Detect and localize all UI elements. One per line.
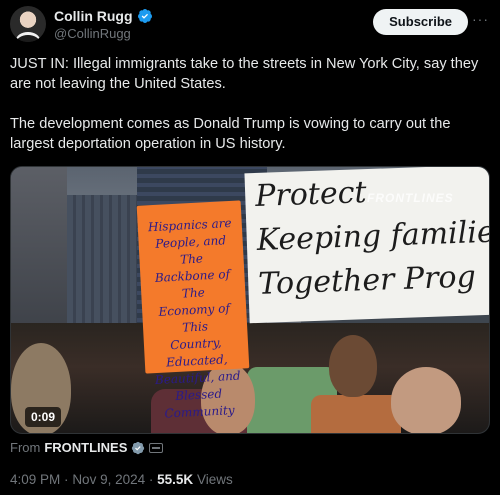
author-name-row: Collin Rugg — [54, 8, 153, 24]
sign-line: Economy of This — [158, 301, 231, 335]
video-player[interactable]: Hispanics are People, and The Backbone o… — [10, 166, 490, 434]
meta-separator: · — [64, 472, 69, 487]
tweet-paragraph: JUST IN: Illegal immigrants take to the … — [10, 56, 479, 92]
protest-sign-orange: Hispanics are People, and The Backbone o… — [136, 200, 250, 421]
sign-line: Backbone of The — [154, 267, 231, 301]
tweet-time[interactable]: 4:09 PM — [10, 472, 60, 487]
protester — [311, 395, 401, 433]
views-label: Views — [196, 472, 233, 487]
affiliate-badge-icon — [149, 442, 164, 453]
more-icon[interactable]: ··· — [472, 12, 490, 30]
sign-line: Together Prog — [257, 259, 477, 302]
sign-line: Keeping families — [256, 214, 490, 258]
avatar[interactable] — [10, 6, 46, 42]
protester — [391, 367, 461, 433]
tweet-header: Collin Rugg @CollinRugg Subscribe ··· — [10, 6, 490, 44]
gov-badge-icon — [132, 441, 145, 454]
tweet-paragraph: The development comes as Donald Trump is… — [10, 116, 451, 152]
tweet-text: JUST IN: Illegal immigrants take to the … — [10, 54, 492, 174]
protest-sign-white: Protect Keeping families Together Prog — [244, 167, 490, 324]
author-handle[interactable]: @CollinRugg — [54, 26, 131, 41]
tweet-meta: 4:09 PM · Nov 9, 2024 · 55.5K Views — [10, 472, 233, 487]
attribution-prefix: From — [10, 440, 41, 455]
subscribe-button[interactable]: Subscribe — [373, 9, 468, 35]
video-duration: 0:09 — [25, 407, 62, 427]
tweet-date[interactable]: Nov 9, 2024 — [72, 472, 145, 487]
sign-line: Beautiful, and Blessed — [154, 368, 241, 404]
attribution-source-link[interactable]: FRONTLINES — [44, 440, 127, 455]
protester — [329, 335, 377, 397]
media-attribution: From FRONTLINES — [10, 440, 164, 455]
verified-badge-icon — [137, 9, 152, 23]
meta-separator: · — [148, 472, 154, 487]
sign-line: People, and The — [154, 233, 227, 267]
author-display-name[interactable]: Collin Rugg — [54, 8, 133, 24]
sign-line: Country, Educated, — [165, 335, 228, 370]
video-watermark: FRONTLINES — [367, 191, 454, 205]
views-count[interactable]: 55.5K — [157, 472, 193, 487]
